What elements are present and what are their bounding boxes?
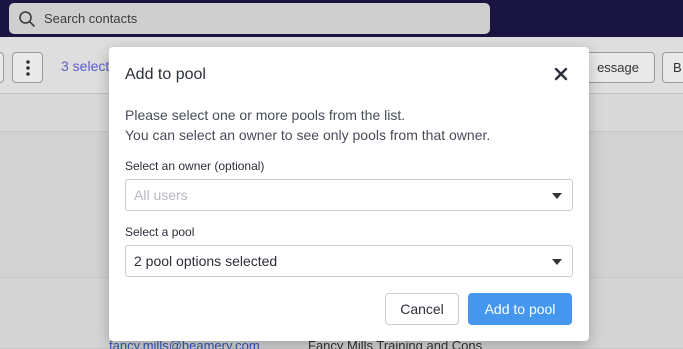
right-toolbar-label: B xyxy=(673,60,682,75)
owner-select[interactable]: All users xyxy=(125,179,573,211)
close-icon[interactable] xyxy=(553,66,569,82)
search-placeholder: Search contacts xyxy=(44,11,138,26)
add-to-pool-dialog: Add to pool Please select one or more po… xyxy=(109,47,589,341)
search-icon xyxy=(19,10,35,27)
top-bar: Search contacts xyxy=(0,0,683,37)
owner-label: Select an owner (optional) xyxy=(125,159,265,173)
dialog-description: Please select one or more pools from the… xyxy=(125,105,575,145)
dialog-title: Add to pool xyxy=(125,66,206,83)
add-to-pool-button[interactable]: Add to pool xyxy=(468,293,572,325)
selected-count: 3 select xyxy=(61,58,110,74)
pool-label: Select a pool xyxy=(125,225,195,239)
more-actions-button[interactable] xyxy=(12,52,43,83)
search-input[interactable]: Search contacts xyxy=(9,3,490,34)
pool-value: 2 pool options selected xyxy=(134,253,278,269)
right-toolbar-button[interactable]: B xyxy=(662,52,683,83)
cancel-button[interactable]: Cancel xyxy=(385,293,459,325)
more-vertical-icon xyxy=(25,59,30,76)
select-all-checkbox[interactable] xyxy=(0,52,4,83)
description-line-1: Please select one or more pools from the… xyxy=(125,107,406,123)
chevron-down-icon xyxy=(552,259,562,265)
owner-placeholder: All users xyxy=(134,187,188,203)
description-line-2: You can select an owner to see only pool… xyxy=(125,127,491,143)
pool-select[interactable]: 2 pool options selected xyxy=(125,245,573,277)
chevron-down-icon xyxy=(552,193,562,199)
send-message-label: essage xyxy=(597,60,639,75)
